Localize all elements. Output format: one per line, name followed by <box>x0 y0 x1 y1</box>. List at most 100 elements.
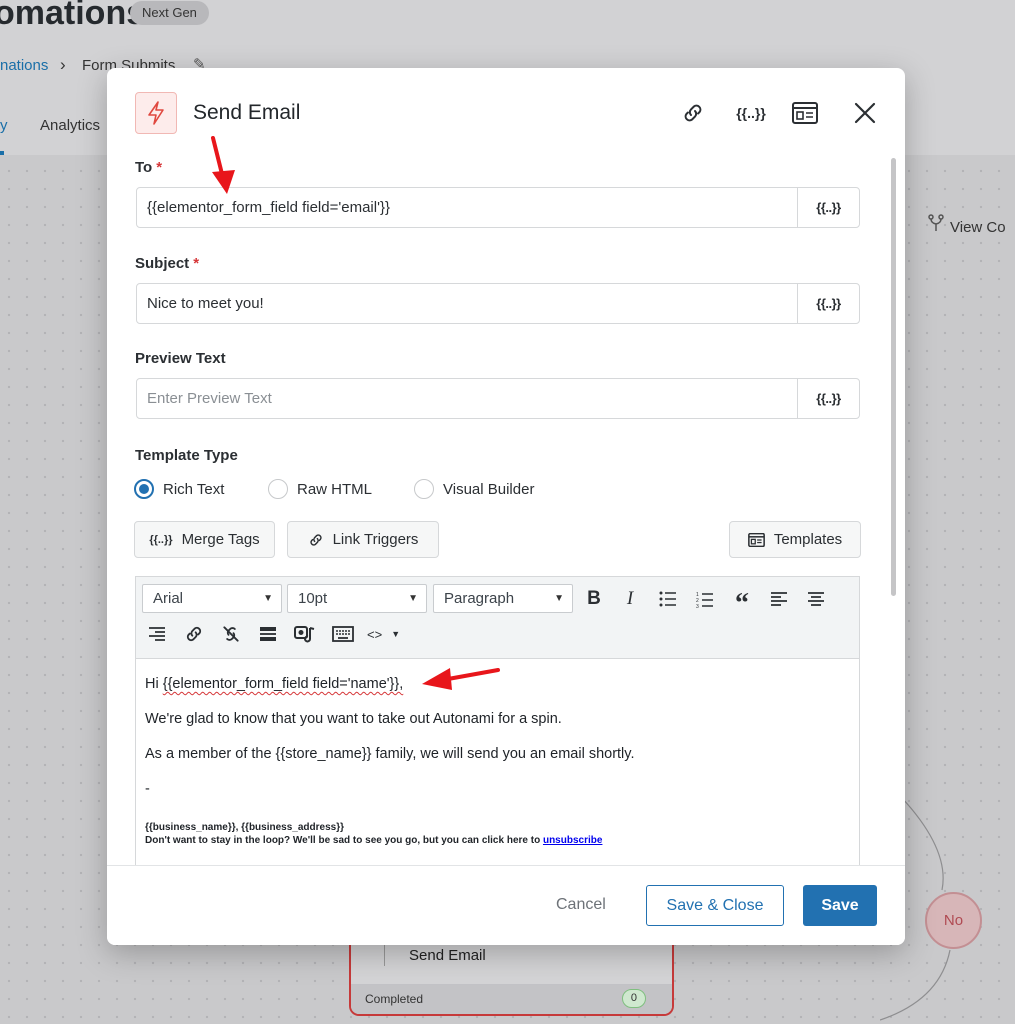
svg-text:3: 3 <box>696 604 699 608</box>
radio-dot[interactable] <box>134 479 154 499</box>
greeting-merge-tag: {{elementor_form_field field='name'}}, <box>162 676 404 692</box>
code-icon[interactable]: <> ▼ <box>367 621 407 647</box>
annotation-arrow-down <box>211 136 235 194</box>
cancel-button[interactable]: Cancel <box>556 896 606 914</box>
radio-dot[interactable] <box>268 479 288 499</box>
block-format-select[interactable]: Paragraph ▼ <box>433 584 573 613</box>
view-contacts-button[interactable]: View Co <box>928 214 1006 236</box>
merge-tags-label: Merge Tags <box>181 531 260 548</box>
page-title: omations <box>0 0 146 32</box>
align-left-icon[interactable] <box>766 586 792 612</box>
greeting-line: Hi {{elementor_form_field field='name'}}… <box>145 676 403 692</box>
body-line-3: As a member of the {{store_name}} family… <box>145 746 635 762</box>
font-family-select[interactable]: Arial ▼ <box>142 584 282 613</box>
chevron-down-icon: ▼ <box>408 593 418 604</box>
modal-title: Send Email <box>193 101 301 124</box>
node-footer: Completed 0 <box>351 984 672 1014</box>
subject-value: Nice to meet you! <box>147 295 264 312</box>
body-line-4: - <box>145 781 150 797</box>
subject-merge-tag-button[interactable]: {{..}} <box>797 284 859 323</box>
modal-footer: Cancel Save & Close Save <box>107 865 905 945</box>
subject-label-text: Subject <box>135 255 190 272</box>
chevron-down-icon: ▼ <box>391 629 401 639</box>
annotation-arrow-left <box>422 668 500 690</box>
branch-no-node[interactable]: No <box>925 892 982 949</box>
save-and-close-button[interactable]: Save & Close <box>646 885 784 926</box>
view-contacts-label: View Co <box>950 219 1006 236</box>
align-center-icon[interactable] <box>803 586 829 612</box>
radio-rich-text[interactable]: Rich Text <box>134 479 224 499</box>
bullet-list-icon[interactable] <box>655 586 681 612</box>
font-size-select[interactable]: 10pt ▼ <box>287 584 427 613</box>
footer-line-2-text: Don't want to stay in the loop? We'll be… <box>145 835 543 846</box>
preview-merge-tag-button[interactable]: {{..}} <box>797 379 859 418</box>
branch-icon <box>928 214 944 236</box>
radio-label: Visual Builder <box>443 480 535 498</box>
link-icon[interactable] <box>679 98 707 128</box>
next-gen-badge: Next Gen <box>130 1 209 25</box>
preview-text-label: Preview Text <box>135 350 226 367</box>
node-status: Completed <box>365 992 424 1006</box>
to-merge-tag-button[interactable]: {{..}} <box>797 188 859 227</box>
blockquote-icon[interactable]: “ <box>729 586 755 619</box>
numbered-list-icon[interactable]: 123 <box>692 586 718 612</box>
preview-text-field[interactable]: Enter Preview Text {{..}} <box>136 378 860 419</box>
required-mark: * <box>156 159 163 176</box>
merge-tags-icon[interactable]: {{..}} <box>735 98 767 128</box>
subject-label: Subject * <box>135 255 199 272</box>
scrollbar-thumb[interactable] <box>891 158 896 596</box>
node-title: Send Email <box>409 947 486 964</box>
horizontal-rule-icon[interactable] <box>255 621 281 647</box>
body-line-2: We're glad to know that you want to take… <box>145 711 562 727</box>
node-divider <box>384 942 385 966</box>
close-icon[interactable] <box>851 98 879 128</box>
radio-visual-builder[interactable]: Visual Builder <box>414 479 534 499</box>
link-icon[interactable] <box>181 621 207 647</box>
to-label-text: To <box>135 159 153 176</box>
merge-tags-icon: {{..}} <box>149 533 173 546</box>
template-type-label: Template Type <box>135 447 238 464</box>
italic-icon[interactable]: I <box>617 586 643 612</box>
media-icon[interactable] <box>292 621 318 647</box>
radio-raw-html[interactable]: Raw HTML <box>268 479 372 499</box>
template-icon[interactable] <box>791 98 819 128</box>
template-icon <box>747 532 765 547</box>
to-label: To * <box>135 159 162 176</box>
radio-dot[interactable] <box>414 479 434 499</box>
node-count-badge: 0 <box>621 989 646 1008</box>
to-value: {{elementor_form_field field='email'}} <box>147 199 390 216</box>
send-email-modal: Send Email {{..}} To * {{elementor_form_f… <box>107 68 905 945</box>
save-button[interactable]: Save <box>803 885 877 926</box>
rich-text-editor[interactable]: Arial ▼ 10pt ▼ Paragraph ▼ B I 123 “ <> … <box>135 576 860 876</box>
modal-scrollbar[interactable] <box>888 158 898 865</box>
tab-active-indicator <box>0 151 4 155</box>
chevron-down-icon: ▼ <box>554 593 564 604</box>
tab-active[interactable]: y <box>0 117 8 134</box>
radio-label: Raw HTML <box>297 480 373 498</box>
unlink-icon[interactable] <box>218 621 244 647</box>
chevron-down-icon: ▼ <box>263 593 273 604</box>
preview-text-placeholder: Enter Preview Text <box>147 390 272 407</box>
block-format-value: Paragraph <box>444 590 515 607</box>
bold-icon[interactable]: B <box>581 586 607 612</box>
tab-analytics[interactable]: Analytics <box>40 117 100 134</box>
footer-line-2: Don't want to stay in the loop? We'll be… <box>145 835 602 846</box>
breadcrumb-parent-link[interactable]: nations <box>0 57 48 74</box>
subject-field[interactable]: Nice to meet you! {{..}} <box>136 283 860 324</box>
keyboard-icon[interactable] <box>330 621 356 647</box>
lightning-icon <box>135 92 177 134</box>
link-triggers-label: Link Triggers <box>332 531 419 548</box>
unsubscribe-link[interactable]: unsubscribe <box>543 835 602 846</box>
link-triggers-button[interactable]: Link Triggers <box>287 521 439 558</box>
editor-toolbar: Arial ▼ 10pt ▼ Paragraph ▼ B I 123 “ <> … <box>136 577 859 659</box>
radio-label: Rich Text <box>163 480 225 498</box>
chevron-right-icon: › <box>60 55 66 74</box>
font-size-value: 10pt <box>298 590 328 607</box>
required-mark: * <box>193 255 200 272</box>
templates-button[interactable]: Templates <box>729 521 861 558</box>
merge-tags-button[interactable]: {{..}} Merge Tags <box>134 521 275 558</box>
link-icon <box>308 532 324 548</box>
footer-line-1: {{business_name}}, {{business_address}} <box>145 822 344 833</box>
align-right-icon[interactable] <box>144 621 170 647</box>
greeting-prefix: Hi <box>145 676 163 692</box>
